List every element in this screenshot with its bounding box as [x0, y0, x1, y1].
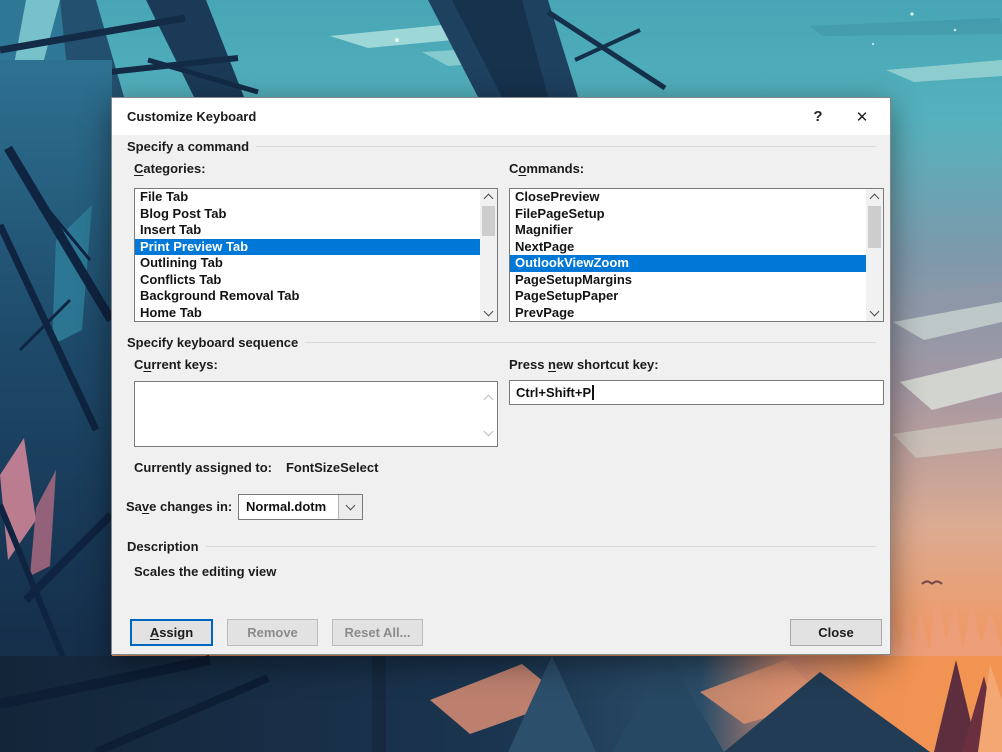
commands-listbox[interactable]: ClosePreviewFilePageSetupMagnifierNextPa…	[509, 188, 884, 322]
wallpaper-left-forest	[0, 60, 112, 752]
section-description: Description	[127, 536, 876, 556]
list-item[interactable]: File Tab	[135, 189, 480, 206]
scrollbar-thumb[interactable]	[482, 206, 495, 236]
categories-label: Categories:	[134, 161, 206, 176]
description-text: Scales the editing view	[134, 564, 276, 579]
categories-items: File TabBlog Post TabInsert TabPrint Pre…	[135, 189, 480, 321]
close-icon[interactable]: ✕	[840, 108, 884, 126]
scroll-up-icon[interactable]	[866, 189, 883, 205]
save-changes-combobox[interactable]: Normal.dotm	[238, 494, 363, 520]
dialog-titlebar[interactable]: Customize Keyboard ? ✕	[112, 98, 890, 135]
current-keys-label: Current keys:	[134, 357, 218, 372]
scroll-down-icon[interactable]	[480, 305, 497, 321]
save-changes-value: Normal.dotm	[239, 495, 338, 519]
remove-button: Remove	[227, 619, 318, 646]
section-keyboard-sequence: Specify keyboard sequence	[127, 332, 876, 352]
list-item[interactable]: Outlining Tab	[135, 255, 480, 272]
scroll-down-icon[interactable]	[866, 305, 883, 321]
section-divider	[256, 146, 876, 147]
currently-assigned-label: Currently assigned to:	[134, 460, 272, 475]
commands-label: Commands:	[509, 161, 584, 176]
list-item[interactable]: NextPage	[510, 239, 866, 256]
current-keys-items	[135, 382, 480, 446]
list-item[interactable]: PageSetupMargins	[510, 272, 866, 289]
section-label: Specify a command	[127, 139, 249, 154]
desktop: Customize Keyboard ? ✕ Specify a command…	[0, 0, 1002, 752]
currently-assigned-row: Currently assigned to: FontSizeSelect	[134, 460, 378, 475]
commands-items: ClosePreviewFilePageSetupMagnifierNextPa…	[510, 189, 866, 321]
scroll-up-icon	[485, 390, 492, 408]
list-item[interactable]: Print Preview Tab	[135, 239, 480, 256]
currently-assigned-value: FontSizeSelect	[286, 460, 378, 475]
list-item[interactable]: OutlookViewZoom	[510, 255, 866, 272]
list-item[interactable]: ClosePreview	[510, 189, 866, 206]
list-item[interactable]: Blog Post Tab	[135, 206, 480, 223]
dialog-title: Customize Keyboard	[127, 109, 796, 124]
shortcut-key-value: Ctrl+Shift+P	[516, 385, 591, 400]
list-item[interactable]: Home Tab	[135, 305, 480, 322]
list-item[interactable]: Magnifier	[510, 222, 866, 239]
section-specify-command: Specify a command	[127, 136, 876, 156]
help-icon[interactable]: ?	[796, 108, 840, 125]
categories-listbox[interactable]: File TabBlog Post TabInsert TabPrint Pre…	[134, 188, 498, 322]
chevron-down-icon	[346, 501, 356, 511]
commands-scrollbar[interactable]	[866, 189, 883, 321]
wallpaper-bottom-forest	[0, 656, 1002, 752]
combo-dropdown-button[interactable]	[338, 495, 362, 519]
section-divider	[206, 546, 876, 547]
shortcut-key-label: Press new shortcut key:	[509, 357, 659, 372]
list-item[interactable]: PrevPage	[510, 305, 866, 322]
list-item[interactable]: Background Removal Tab	[135, 288, 480, 305]
save-changes-label: Save changes in:	[126, 499, 232, 514]
list-item[interactable]: Conflicts Tab	[135, 272, 480, 289]
customize-keyboard-dialog: Customize Keyboard ? ✕ Specify a command…	[111, 97, 891, 655]
text-caret	[592, 385, 594, 400]
reset-all-button: Reset All...	[332, 619, 423, 646]
list-item[interactable]: Insert Tab	[135, 222, 480, 239]
categories-scrollbar[interactable]	[480, 189, 497, 321]
assign-button[interactable]: Assign	[130, 619, 213, 646]
scroll-down-icon	[485, 422, 492, 440]
shortcut-key-input[interactable]: Ctrl+Shift+P	[509, 380, 884, 405]
scrollbar-thumb[interactable]	[868, 206, 881, 248]
scroll-up-icon[interactable]	[480, 189, 497, 205]
section-divider	[305, 342, 876, 343]
list-item[interactable]: PageSetupPaper	[510, 288, 866, 305]
close-button[interactable]: Close	[790, 619, 882, 646]
current-keys-listbox[interactable]	[134, 381, 498, 447]
section-label: Specify keyboard sequence	[127, 335, 298, 350]
list-item[interactable]: FilePageSetup	[510, 206, 866, 223]
section-label: Description	[127, 539, 199, 554]
